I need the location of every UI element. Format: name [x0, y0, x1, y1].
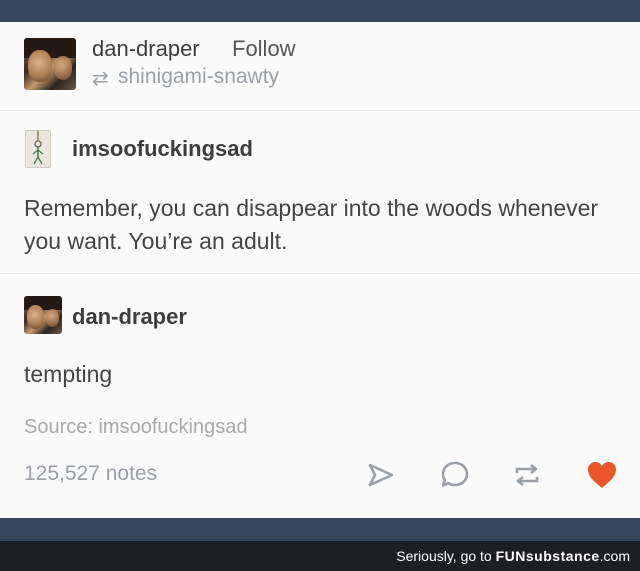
reblog-icon[interactable]: [511, 459, 543, 491]
dashboard-background: [0, 518, 640, 541]
watermark-bar: Seriously, go to FUNsubstance.com: [0, 541, 640, 571]
comment-icon[interactable]: [439, 459, 471, 491]
source-link[interactable]: Source: imsoofuckingsad: [24, 416, 247, 439]
reply-text: tempting: [24, 361, 113, 387]
divider: [0, 273, 640, 274]
op-text: Remember, you can disappear into the woo…: [24, 195, 599, 254]
reblogger-avatar[interactable]: [24, 38, 76, 90]
op-avatar[interactable]: [25, 130, 51, 168]
follow-button[interactable]: Follow: [232, 36, 296, 62]
heart-icon[interactable]: [585, 459, 619, 491]
reply-avatar[interactable]: [24, 296, 62, 334]
post-card: [0, 22, 640, 518]
watermark-text: Seriously, go to FUNsubstance.com: [396, 548, 630, 564]
divider: [0, 110, 640, 111]
notes-count[interactable]: 125,527 notes: [24, 462, 157, 486]
reply-username[interactable]: dan-draper: [72, 304, 187, 330]
reblogger-name[interactable]: dan-draper: [92, 36, 200, 62]
reblogged-from-name[interactable]: shinigami-snawty: [118, 65, 279, 89]
op-username[interactable]: imsoofuckingsad: [72, 136, 253, 162]
reblog-arrows-icon: ⇄: [92, 68, 109, 90]
send-icon[interactable]: [366, 460, 396, 490]
